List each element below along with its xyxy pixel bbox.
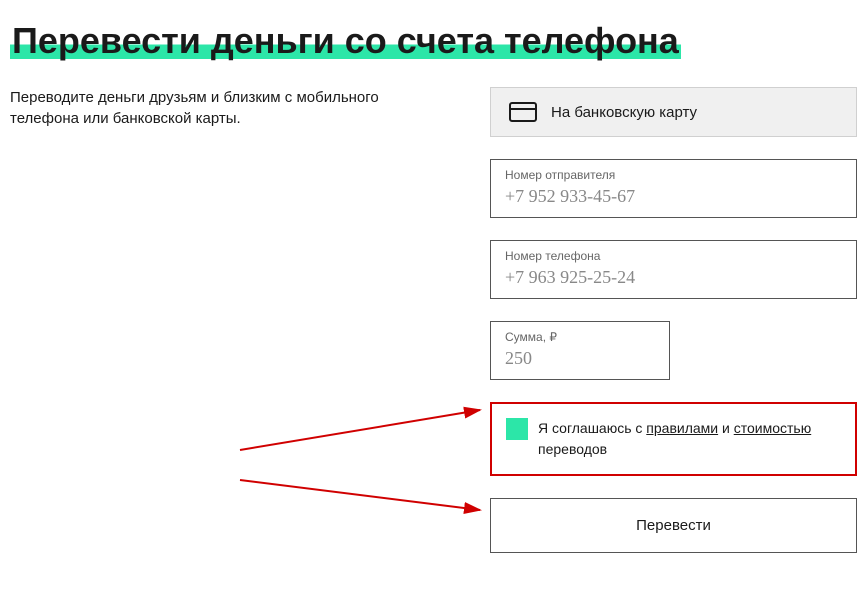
rules-link[interactable]: правилами	[646, 420, 718, 436]
sender-field[interactable]: Номер отправителя	[490, 159, 857, 218]
cost-link[interactable]: стоимостью	[734, 420, 811, 436]
consent-text: Я соглашаюсь с правилами и стоимостью пе…	[538, 418, 841, 460]
sender-input[interactable]	[505, 186, 842, 207]
amount-field[interactable]: Сумма, ₽	[490, 321, 670, 380]
tab-label: На банковскую карту	[551, 104, 697, 121]
sender-label: Номер отправителя	[505, 168, 842, 182]
tab-card-transfer[interactable]: На банковскую карту	[490, 87, 857, 137]
amount-input[interactable]	[505, 348, 655, 369]
phone-input[interactable]	[505, 267, 842, 288]
description-text: Переводите деньги друзьям и близким с мо…	[10, 87, 450, 129]
phone-label: Номер телефона	[505, 249, 842, 263]
consent-checkbox[interactable]	[506, 418, 528, 440]
phone-field[interactable]: Номер телефона	[490, 240, 857, 299]
card-icon	[509, 102, 537, 122]
page-title: Перевести деньги со счета телефона	[10, 20, 681, 61]
submit-button[interactable]: Перевести	[490, 498, 857, 553]
consent-box: Я соглашаюсь с правилами и стоимостью пе…	[490, 402, 857, 476]
amount-label: Сумма, ₽	[505, 330, 655, 344]
